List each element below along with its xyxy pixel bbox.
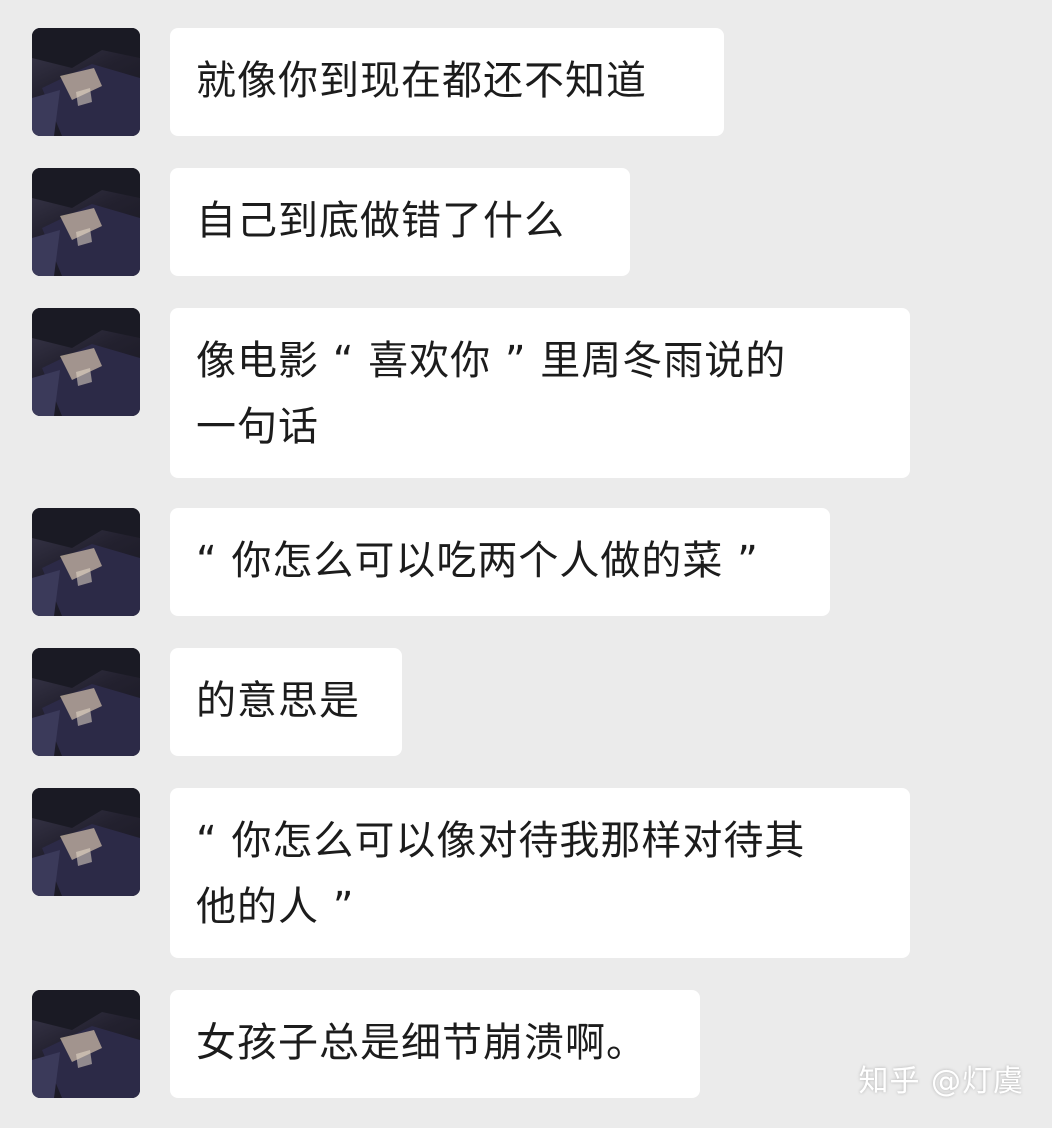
avatar-icon[interactable] [32,168,140,276]
message-bubble[interactable]: 像电影 “ 喜欢你 ” 里周冬雨说的 一句话 [170,308,910,478]
watermark: 知乎 @灯虞 [858,1064,1024,1099]
avatar-icon[interactable] [32,990,140,1098]
chat-area: 就像你到现在都还不知道 自己到底做错了什么 像电影 “ 喜欢你 ” 里周冬雨说的 [0,0,1052,1128]
avatar-icon[interactable] [32,648,140,756]
message-bubble[interactable]: 自己到底做错了什么 [170,168,630,276]
avatar-icon[interactable] [32,788,140,896]
avatar-icon[interactable] [32,28,140,136]
avatar-icon[interactable] [32,308,140,416]
message-bubble[interactable]: 女孩子总是细节崩溃啊。 [170,990,700,1098]
message-bubble[interactable]: 的意思是 [170,648,402,756]
message-bubble[interactable]: “ 你怎么可以吃两个人做的菜 ” [170,508,830,616]
message-bubble[interactable]: 就像你到现在都还不知道 [170,28,724,136]
message-bubble[interactable]: “ 你怎么可以像对待我那样对待其 他的人 ” [170,788,910,958]
avatar-icon[interactable] [32,508,140,616]
